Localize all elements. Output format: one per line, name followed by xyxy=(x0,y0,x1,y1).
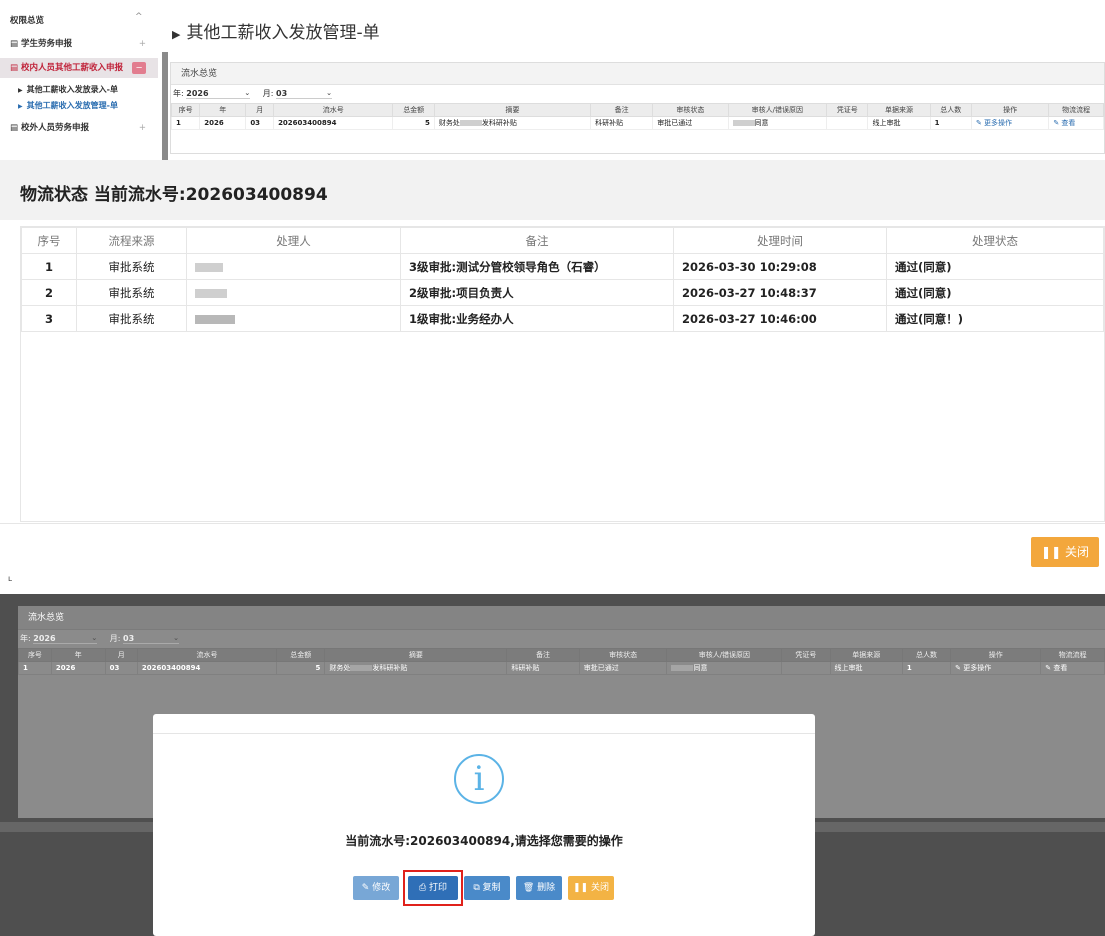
filter-bar: 年: 2026 ⌄ 月: 03 ⌄ xyxy=(20,634,180,644)
caret-right-icon: ▶ xyxy=(18,103,23,110)
redacted-block xyxy=(195,262,223,272)
modal-screen: 流水总览 年: 2026 ⌄ 月: 03 ⌄ 序号年 月流水号 总金额 摘要 备注 审核… xyxy=(0,594,1105,936)
overview-table: 序号年 月流水号 总金额 摘要 备注 审核状态 审核人/错误原因 凭证号 单据来源 总人… xyxy=(18,648,1105,675)
table-header-row: 序号年 月流水号 总金额 摘要 备注 审核状态 审核人/错误原因 凭证号 单据来源 总人… xyxy=(18,648,1105,662)
top-screen: 权限总览 ^ ▤ 学生劳务申报 + ▤ 校内人员其他工薪收入申报 − ▶ 其他工薪… xyxy=(0,0,1105,160)
action-modal: i 当前流水号:202603400894,请选择您需要的操作 ✎ 修改 ⎙ 打印… xyxy=(153,714,815,936)
table-row[interactable]: 1 2026 03 202603400894 5 财务处 发科研补贴 科研补贴 审… xyxy=(170,116,1104,130)
copy-button[interactable]: ⧉ 复制 xyxy=(464,876,510,900)
view-link[interactable]: ✎ 查看 xyxy=(1048,116,1104,130)
redacted-block xyxy=(195,314,235,324)
overview-panel: 流水总览 年: 2026 ⌄ 月: 03 ⌄ 序号年 月流水号 总金额 摘要 备注 审核… xyxy=(170,62,1105,154)
table-row: 3 审批系统 1级审批:业务经办人 2026-03-27 10:46:00 通过… xyxy=(21,305,1104,332)
sidebar-item-internal-salary[interactable]: ▤ 校内人员其他工薪收入申报 − xyxy=(0,58,158,78)
table-header-row: 序号年 月流水号 总金额 摘要 备注 审核状态 审核人/错误原因 凭证号 单据来源 总人… xyxy=(170,103,1104,117)
doc-icon: ▤ xyxy=(10,39,21,49)
chevron-down-icon: ⌄ xyxy=(244,89,251,97)
table-row[interactable]: 1 2026 03 202603400894 5 财务处 发科研补贴 科研补贴 审… xyxy=(18,661,1105,675)
logistics-table: 序号 流程来源 处理人 备注 处理时间 处理状态 1 审批系统 3级审批:测试分… xyxy=(21,227,1104,332)
sidebar-title: 权限总览 xyxy=(10,16,45,26)
year-select[interactable]: 2026 ⌄ xyxy=(33,634,98,644)
doc-icon: ▤ xyxy=(10,63,21,73)
divider xyxy=(0,523,1105,524)
redacted-block xyxy=(459,120,482,126)
collapse-icon[interactable]: − xyxy=(132,62,146,74)
sidebar: 权限总览 ^ ▤ 学生劳务申报 + ▤ 校内人员其他工薪收入申报 − ▶ 其他工薪… xyxy=(0,0,160,160)
close-button[interactable]: ❚❚ 关闭 xyxy=(1031,537,1099,567)
chevron-down-icon: ⌄ xyxy=(326,89,333,97)
logistics-title: 物流状态 当前流水号:202603400894 xyxy=(20,185,328,205)
expand-icon[interactable]: + xyxy=(139,34,146,54)
sidebar-sub-manage[interactable]: ▶ 其他工薪收入发放管理-单 xyxy=(18,100,118,111)
redacted-block xyxy=(732,120,755,126)
expand-icon[interactable]: + xyxy=(139,118,146,138)
logistics-header: 物流状态 当前流水号:202603400894 xyxy=(0,160,1105,220)
more-actions-link[interactable]: ✎ 更多操作 xyxy=(970,116,1050,130)
logistics-screen: 物流状态 当前流水号:202603400894 序号 流程来源 处理人 备注 处… xyxy=(0,160,1105,583)
modal-message: 当前流水号:202603400894,请选择您需要的操作 xyxy=(345,834,623,848)
info-icon: i xyxy=(454,754,504,804)
scrollbar[interactable] xyxy=(162,52,168,160)
panel-header: 流水总览 xyxy=(18,606,1105,630)
caret-right-icon: ▶ xyxy=(18,87,23,94)
sidebar-sub-entry[interactable]: ▶ 其他工薪收入发放录入-单 xyxy=(18,84,118,95)
edit-button[interactable]: ✎ 修改 xyxy=(353,876,399,900)
table-header-row: 序号 流程来源 处理人 备注 处理时间 处理状态 xyxy=(21,227,1104,254)
redacted-block xyxy=(195,288,227,298)
sidebar-item-student-labor[interactable]: ▤ 学生劳务申报 + xyxy=(0,34,158,54)
caret-right-icon: ▶ xyxy=(172,28,181,41)
delete-button[interactable]: 🗑 删除 xyxy=(516,876,562,900)
print-highlight-box xyxy=(403,870,463,906)
chevron-down-icon: ⌄ xyxy=(173,634,180,642)
filter-bar: 年: 2026 ⌄ 月: 03 ⌄ xyxy=(173,89,333,99)
year-select[interactable]: 2026 ⌄ xyxy=(186,89,251,99)
table-row: 1 审批系统 3级审批:测试分管校领导角色（石睿） 2026-03-30 10:… xyxy=(21,253,1104,280)
redacted-block xyxy=(671,665,694,671)
redacted-block xyxy=(350,665,373,671)
chevron-down-icon: ⌄ xyxy=(91,634,98,642)
more-actions-link[interactable]: ✎ 更多操作 xyxy=(950,661,1042,675)
month-select[interactable]: 03 ⌄ xyxy=(276,89,333,99)
sidebar-item-external-labor[interactable]: ▤ 校外人员劳务申报 + xyxy=(0,118,158,138)
table-row: 2 审批系统 2级审批:项目负责人 2026-03-27 10:48:37 通过… xyxy=(21,279,1104,306)
collapse-icon[interactable]: ^ xyxy=(135,12,143,22)
month-select[interactable]: 03 ⌄ xyxy=(123,634,180,644)
cursor-mark: ʟ xyxy=(8,574,13,583)
view-link[interactable]: ✎ 查看 xyxy=(1040,661,1105,675)
modal-header xyxy=(153,714,815,734)
overview-table: 序号年 月流水号 总金额 摘要 备注 审核状态 审核人/错误原因 凭证号 单据来源 总人… xyxy=(170,103,1104,130)
logistics-table-box: 序号 流程来源 处理人 备注 处理时间 处理状态 1 审批系统 3级审批:测试分… xyxy=(20,226,1105,522)
doc-icon: ▤ xyxy=(10,123,21,133)
panel-header: 流水总览 xyxy=(171,63,1104,85)
page-title: ▶ 其他工薪收入发放管理-单 xyxy=(172,23,380,43)
close-button[interactable]: ❚❚ 关闭 xyxy=(568,876,614,900)
